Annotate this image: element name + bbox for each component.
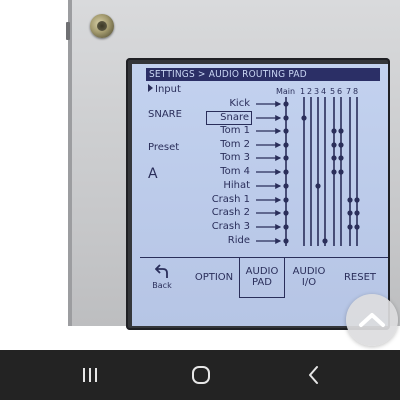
screw-icon	[90, 14, 114, 38]
row-arrows	[256, 101, 282, 244]
lcd-screen: SETTINGS > AUDIO ROUTING PAD Input SNARE…	[132, 64, 388, 326]
panel-edge	[68, 0, 72, 326]
audio-io-line1: AUDIO	[292, 266, 326, 277]
softkey-bar: Back OPTION AUDIO PAD AUDIO I/O RESET	[140, 257, 388, 298]
chevron-up-icon	[359, 313, 385, 327]
reset-button[interactable]: RESET	[334, 258, 386, 298]
bus-lines	[285, 97, 358, 246]
back-label: Back	[152, 281, 172, 290]
panel-notch	[66, 22, 70, 40]
audio-io-line2: I/O	[301, 277, 317, 288]
home-icon	[192, 366, 210, 384]
back-arrow-icon	[155, 264, 168, 278]
home-button[interactable]	[186, 362, 216, 388]
recents-button[interactable]	[75, 362, 105, 388]
recents-icon	[83, 368, 97, 382]
audio-io-tab[interactable]: AUDIO I/O	[286, 258, 332, 298]
audio-pad-tab[interactable]: AUDIO PAD	[239, 258, 285, 298]
audio-pad-line2: PAD	[252, 277, 272, 288]
back-button[interactable]: Back	[140, 258, 184, 298]
nav-back-button[interactable]	[299, 362, 329, 388]
route-dots	[283, 101, 360, 244]
nav-back-icon	[309, 366, 318, 384]
scroll-top-button[interactable]	[346, 294, 398, 346]
audio-pad-line1: AUDIO	[245, 266, 279, 277]
system-nav-bar	[0, 350, 400, 400]
option-button[interactable]: OPTION	[190, 258, 238, 298]
device-photo: SETTINGS > AUDIO ROUTING PAD Input SNARE…	[0, 0, 400, 400]
